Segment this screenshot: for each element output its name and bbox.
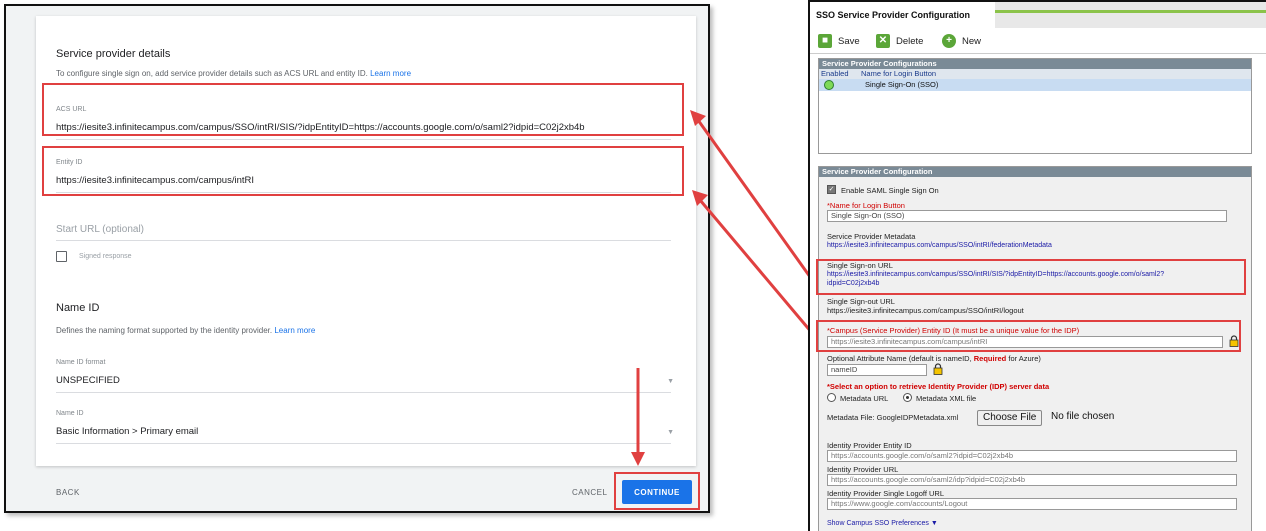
row-name: Single Sign-On (SSO) [865, 80, 939, 89]
signed-response-checkbox[interactable] [56, 251, 67, 262]
config-list-header: Service Provider Configurations [819, 59, 1251, 69]
entity-id-highlight [816, 320, 1241, 352]
lock-icon[interactable] [933, 363, 943, 375]
chevron-down-icon[interactable]: ▼ [667, 378, 674, 385]
new-button[interactable]: + New [942, 33, 981, 49]
tab-sso-config[interactable]: SSO Service Provider Configuration [810, 2, 995, 28]
opt-attr-label: Optional Attribute Name (default is name… [827, 354, 1041, 363]
enabled-status-icon [824, 80, 834, 90]
back-button[interactable]: BACK [56, 488, 80, 497]
sso-url-highlight [816, 259, 1246, 295]
save-icon: ■ [818, 34, 832, 48]
acs-url-underline [56, 139, 671, 140]
slo-url-label: Single Sign-out URL [827, 297, 895, 306]
chevron-down-icon[interactable]: ▼ [667, 429, 674, 436]
radio-metadata-xml-label: Metadata XML file [916, 394, 977, 403]
connector-arrows [690, 110, 820, 341]
idp-logoff-label: Identity Provider Single Logoff URL [827, 489, 945, 498]
table-row[interactable]: Single Sign-On (SSO) [819, 79, 1251, 91]
no-file-text: No file chosen [1051, 411, 1115, 422]
name-id-underline [56, 443, 671, 444]
signed-response-label: Signed response [79, 253, 132, 260]
idp-entity-label: Identity Provider Entity ID [827, 441, 912, 450]
start-url-underline [56, 240, 671, 241]
plus-icon: + [942, 34, 956, 48]
tab-strip [995, 2, 1266, 28]
col-enabled[interactable]: Enabled [821, 69, 849, 79]
delete-button[interactable]: ✕ Delete [876, 33, 923, 49]
config-list: Service Provider Configurations Enabled … [818, 58, 1252, 154]
down-arrow-annotation [631, 368, 645, 466]
sp-details-desc: To configure single sign on, add service… [56, 69, 412, 78]
entity-id-highlight [42, 146, 684, 196]
name-id-select[interactable]: Basic Information > Primary email [56, 426, 198, 437]
name-id-title: Name ID [56, 302, 100, 314]
login-button-input[interactable]: Single Sign-On (SSO) [827, 210, 1227, 222]
name-id-format-select[interactable]: UNSPECIFIED [56, 375, 120, 386]
idp-option-label: *Select an option to retrieve Identity P… [827, 382, 1050, 391]
continue-highlight [614, 472, 700, 510]
login-button-label: *Name for Login Button [827, 201, 905, 210]
name-id-desc: Defines the naming format supported by t… [56, 326, 316, 335]
choose-file-button[interactable]: Choose File [977, 410, 1043, 426]
enable-saml-label: Enable SAML Single Sign On [841, 186, 939, 195]
cancel-button[interactable]: CANCEL [572, 488, 607, 497]
campus-sso-panel: SSO Service Provider Configuration ■ Sav… [808, 0, 1266, 531]
name-id-label: Name ID [56, 410, 84, 417]
config-form-header: Service Provider Configuration [819, 167, 1251, 177]
sp-metadata-link[interactable]: https://iesite3.infinitecampus.com/campu… [827, 241, 1052, 250]
acs-url-highlight [42, 83, 684, 136]
radio-metadata-xml[interactable] [903, 393, 912, 402]
sp-details-title: Service provider details [56, 48, 171, 60]
sp-metadata-label: Service Provider Metadata [827, 232, 916, 241]
idp-url-label: Identity Provider URL [827, 465, 899, 474]
idp-url-input[interactable]: https://accounts.google.com/o/saml2/idp?… [827, 474, 1237, 486]
idp-logoff-input[interactable]: https://www.google.com/accounts/Logout [827, 498, 1237, 510]
idp-entity-input[interactable]: https://accounts.google.com/o/saml2?idpi… [827, 450, 1237, 462]
toolbar: ■ Save ✕ Delete + New [810, 28, 1266, 54]
metadata-file-label: Metadata File: GoogleIDPMetadata.xml [827, 413, 959, 422]
slo-url-value: https://iesite3.infinitecampus.com/campu… [827, 306, 1024, 315]
name-id-format-label: Name ID format [56, 359, 106, 366]
show-prefs-link[interactable]: Show Campus SSO Preferences ▼ [827, 519, 938, 528]
opt-attr-input[interactable]: nameID [827, 364, 927, 376]
radio-metadata-url-label: Metadata URL [840, 394, 889, 403]
config-list-columns: Enabled Name for Login Button [819, 69, 1251, 79]
start-url-input[interactable]: Start URL (optional) [56, 224, 144, 235]
enable-saml-checkbox[interactable]: ✓ [827, 185, 836, 194]
delete-icon: ✕ [876, 34, 890, 48]
google-saml-panel: Service provider details To configure si… [4, 4, 710, 513]
radio-metadata-url[interactable] [827, 393, 836, 402]
col-name[interactable]: Name for Login Button [861, 69, 936, 79]
save-button[interactable]: ■ Save [818, 33, 860, 49]
name-id-format-underline [56, 392, 671, 393]
sp-learn-more-link[interactable]: Learn more [370, 69, 411, 78]
name-id-learn-more-link[interactable]: Learn more [274, 326, 315, 335]
